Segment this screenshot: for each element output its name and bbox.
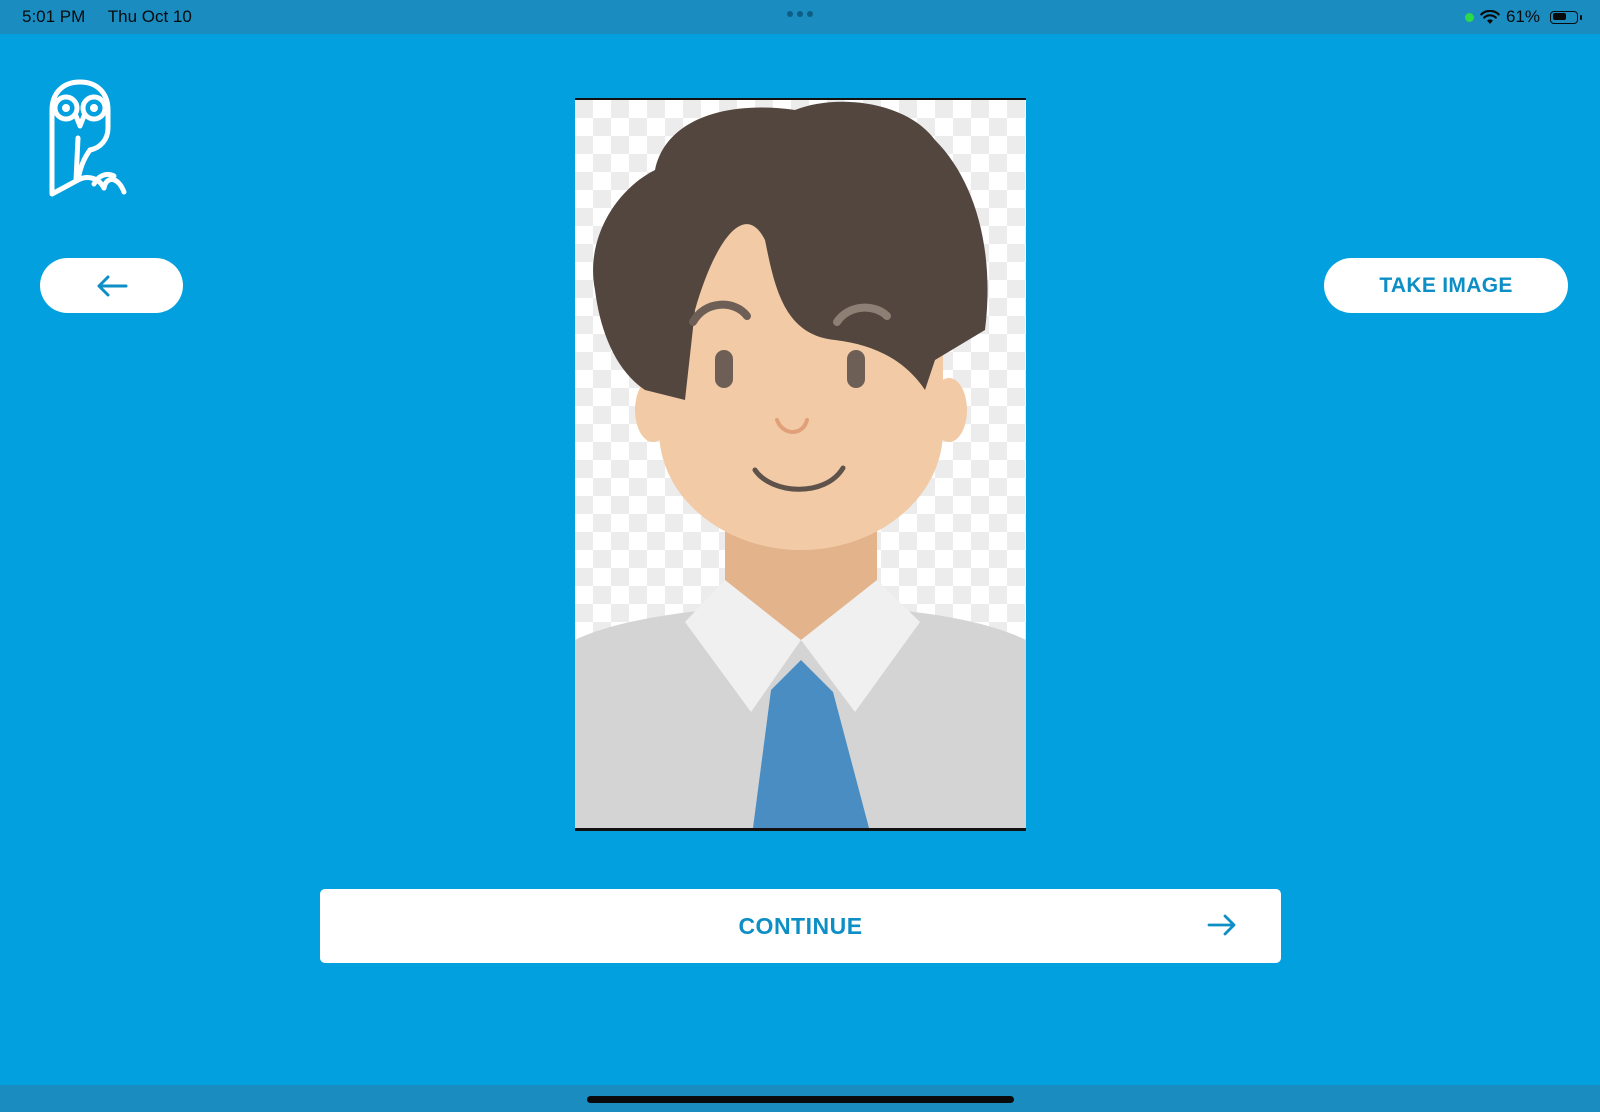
continue-button[interactable]: CONTINUE xyxy=(320,889,1281,963)
continue-label: CONTINUE xyxy=(738,912,863,939)
back-button[interactable] xyxy=(40,258,183,313)
wifi-icon xyxy=(1480,9,1500,24)
camera-in-use-indicator-icon xyxy=(1464,12,1474,22)
status-time: 5:01 PM xyxy=(22,7,86,26)
battery-percent: 61% xyxy=(1505,7,1540,26)
home-indicator[interactable] xyxy=(587,1096,1014,1103)
avatar-placeholder-image xyxy=(575,100,1026,828)
battery-fill xyxy=(1552,13,1566,20)
multitasking-dots-icon[interactable] xyxy=(787,11,813,17)
status-right: 61% xyxy=(1464,7,1582,27)
arrow-left-icon xyxy=(97,275,127,296)
status-date: Thu Oct 10 xyxy=(107,7,192,26)
status-bar: 5:01 PM Thu Oct 10 61% xyxy=(0,0,1600,34)
owl-logo-icon xyxy=(49,79,127,197)
portrait-image xyxy=(575,98,1026,831)
battery-icon xyxy=(1550,10,1582,24)
status-left: 5:01 PM Thu Oct 10 xyxy=(22,7,210,27)
take-image-button[interactable]: TAKE IMAGE xyxy=(1324,258,1568,313)
arrow-right-icon xyxy=(1207,914,1236,936)
